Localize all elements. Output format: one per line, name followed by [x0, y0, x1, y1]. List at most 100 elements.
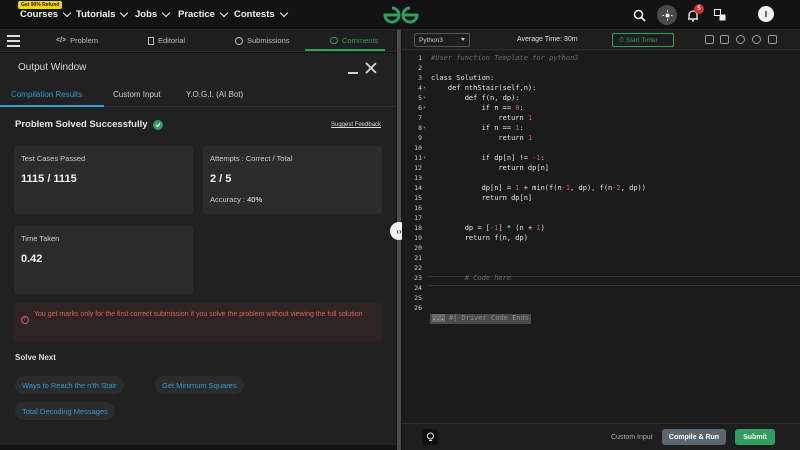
- nav-courses-label: Courses: [20, 9, 59, 20]
- accuracy: Accuracy : 40%: [210, 195, 262, 204]
- panel-splitter[interactable]: [397, 30, 401, 450]
- nav-courses[interactable]: Courses: [20, 8, 72, 20]
- refresh-icon[interactable]: [752, 35, 761, 44]
- compile-run-button[interactable]: Compile & Run: [662, 429, 726, 445]
- fold-chevron-icon[interactable]: ▾: [423, 105, 426, 111]
- code-icon: </>: [56, 37, 67, 44]
- code-line: return 1: [431, 114, 533, 122]
- tab-comments[interactable]: Comments: [330, 36, 378, 45]
- start-timer-button[interactable]: ⏱ Start Timer: [612, 33, 674, 47]
- theme-toggle-icon[interactable]: [657, 5, 677, 25]
- language-select[interactable]: Python3: [414, 33, 470, 47]
- nav-contests[interactable]: Contests: [234, 8, 288, 20]
- output-window: Output Window Compilation Results Custom…: [0, 53, 396, 445]
- custom-input-toggle[interactable]: Custom Input: [611, 434, 653, 441]
- document-icon[interactable]: [720, 35, 729, 44]
- solve-next-chip[interactable]: Get Minimum Squares: [155, 376, 244, 394]
- settings-icon[interactable]: [736, 35, 745, 44]
- solve-next-heading: Solve Next: [15, 353, 56, 362]
- line-number: 17: [414, 214, 422, 222]
- accuracy-value: 40%: [247, 195, 263, 204]
- line-number: 8: [418, 124, 422, 132]
- code-line: # Code here: [431, 274, 512, 282]
- code-line: return dp[n]: [431, 194, 533, 202]
- line-number: 22: [414, 264, 422, 272]
- gfg-logo[interactable]: [381, 4, 421, 26]
- chevron-down-icon: [120, 8, 129, 18]
- notification-count-badge: 5: [694, 4, 704, 14]
- suggest-feedback-link[interactable]: Suggest Feedback: [331, 122, 381, 128]
- translate-icon[interactable]: [711, 6, 729, 24]
- code-line: def nthStair(self,n):: [431, 84, 537, 92]
- start-timer-label: Start Timer: [625, 37, 658, 44]
- nav-tutorials[interactable]: Tutorials: [76, 8, 129, 20]
- solve-next-chip[interactable]: Ways to Reach the n'th Stair: [15, 376, 124, 394]
- line-number: 3: [418, 74, 422, 82]
- refund-promo-badge[interactable]: Get 90% Refund: [18, 1, 63, 9]
- code-line: def f(n, dp):: [431, 94, 520, 102]
- fold-chevron-icon[interactable]: ▾: [423, 95, 426, 101]
- lightbulb-icon[interactable]: [422, 429, 438, 445]
- nav-jobs-label: Jobs: [135, 9, 158, 20]
- code-line: class Solution:: [431, 74, 495, 82]
- subtab-yogi-ai-bot[interactable]: Y.O.G.I. (AI Bot): [186, 90, 243, 99]
- code-line: if n == 1:: [431, 124, 524, 132]
- copy-icon[interactable]: [705, 35, 714, 44]
- nav-practice-label: Practice: [178, 9, 215, 20]
- result-status-text: Problem Solved Successfully: [15, 119, 148, 130]
- line-number: 24: [414, 284, 422, 292]
- subtab-compilation-results[interactable]: Compilation Results: [11, 90, 82, 99]
- tab-editorial[interactable]: Editorial: [148, 36, 185, 45]
- solve-next-chip[interactable]: Total Decoding Messages: [15, 402, 115, 420]
- test-cases-value: 1115 / 1115: [21, 173, 77, 185]
- line-number: 20: [414, 244, 422, 252]
- hamburger-menu-icon[interactable]: [7, 35, 20, 47]
- search-icon[interactable]: [630, 6, 648, 24]
- avatar[interactable]: I: [758, 6, 774, 22]
- active-tab-indicator: [305, 49, 385, 51]
- line-number: 7: [418, 114, 422, 122]
- fullscreen-icon[interactable]: [768, 35, 777, 44]
- minimize-icon[interactable]: [348, 72, 358, 74]
- fold-chevron-icon[interactable]: ▾: [423, 85, 426, 91]
- time-taken-card: Time Taken 0.42: [14, 226, 193, 294]
- code-line: return f(n, dp): [431, 234, 528, 242]
- attempts-card: Attempts : Correct / Total 2 / 5 Accurac…: [203, 146, 382, 214]
- active-subtab-indicator: [0, 105, 104, 107]
- line-number: 15: [414, 194, 422, 202]
- driver-code-fold[interactable]: ... #{ Driver Code Ends: [430, 314, 531, 324]
- close-icon[interactable]: [365, 62, 377, 74]
- warning-text: You get marks only for the first correct…: [34, 311, 363, 318]
- nav-jobs[interactable]: Jobs: [135, 8, 171, 20]
- code-line: dp[n] = 1 + min(f(n-1, dp), f(n-2, dp)): [431, 184, 646, 192]
- tab-problem[interactable]: </> Problem: [56, 36, 98, 45]
- code-line: dp = [-1] * (n + 1): [431, 224, 545, 232]
- code-line: return 1: [431, 134, 533, 142]
- chevron-down-icon: [161, 8, 171, 18]
- bottom-strip: [0, 445, 400, 450]
- code-editor[interactable]: 1 2 3 4 ▾ 5 ▾ 6 ▾ 7 8 ▾ 9 10 11 ▾ 12 13 14 15 16 17 18 19 20 21 22…: [402, 51, 800, 423]
- problem-tabs-bar: </> Problem Editorial Submissions Comment…: [0, 30, 400, 52]
- editor-toolbar: Python3 Average Time: 30m ⏱ Start Timer: [402, 30, 800, 50]
- chevron-down-icon: [219, 8, 229, 18]
- line-number: 13: [414, 174, 422, 182]
- nav-practice[interactable]: Practice: [178, 8, 229, 20]
- nav-contests-label: Contests: [234, 9, 275, 20]
- line-number: 6: [418, 104, 422, 112]
- line-number: 1: [418, 54, 422, 62]
- fold-chevron-icon[interactable]: ▾: [423, 155, 426, 161]
- line-number: 25: [414, 294, 422, 302]
- warning-banner: ! You get marks only for the first corre…: [14, 303, 382, 341]
- subtab-custom-input[interactable]: Custom Input: [113, 90, 161, 99]
- clock-icon: [235, 36, 243, 45]
- top-navbar: Get 90% Refund Courses Tutorials Jobs Pr…: [0, 0, 800, 30]
- tab-comments-label: Comments: [342, 36, 379, 45]
- line-number: 18: [414, 224, 422, 232]
- fold-chevron-icon[interactable]: ▾: [423, 125, 426, 131]
- line-number: 26: [414, 304, 422, 312]
- line-number: 12: [414, 164, 422, 172]
- submit-button[interactable]: Submit: [735, 429, 775, 445]
- tab-submissions[interactable]: Submissions: [235, 36, 290, 45]
- document-icon: [148, 36, 154, 45]
- line-number: 14: [414, 184, 422, 192]
